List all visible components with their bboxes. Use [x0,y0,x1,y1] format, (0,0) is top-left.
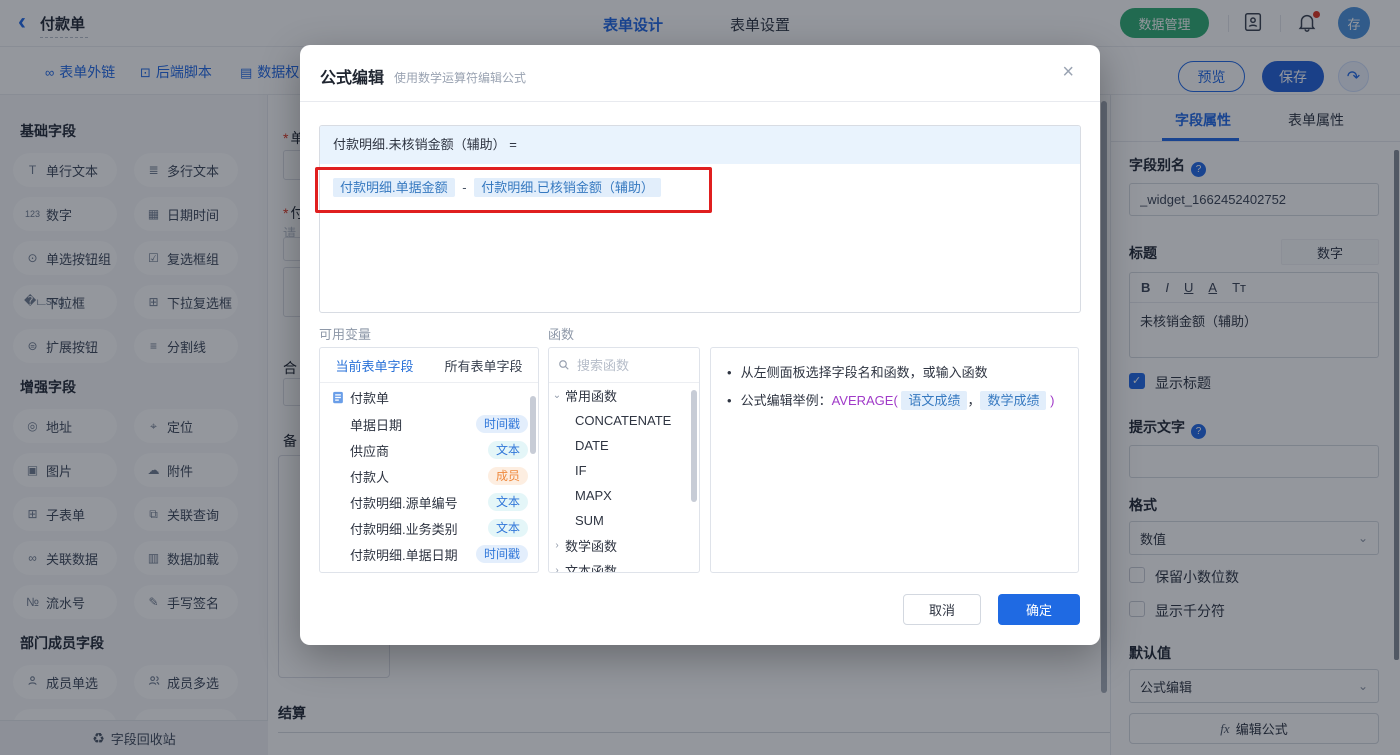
function-item[interactable]: SUM [549,508,699,533]
cancel-button[interactable]: 取消 [903,594,981,625]
function-item[interactable]: IF [549,458,699,483]
example-field-chip: 数学成绩 [980,391,1047,410]
variables-panel: 当前表单字段 所有表单字段 付款单 单据日期 时间戳 供应商 文本 付款人 成员 付款… [319,347,539,573]
function-group-common[interactable]: ⌄ 常用函数 [549,383,699,408]
function-item[interactable]: CONCATENATE [549,408,699,433]
type-badge: 文本 [487,519,528,537]
chevron-down-icon: ⌄ [552,390,562,401]
close-icon[interactable]: × [1062,61,1074,84]
formula-operator: - [462,180,467,195]
variables-root-node[interactable]: 付款单 [320,383,538,411]
formula-expression[interactable]: 付款明细.单据金额 - 付款明细.已核销金额（辅助） [320,164,1080,209]
function-search-input[interactable] [577,357,677,373]
formula-target: 付款明细.未核销金额（辅助） = [320,126,1080,164]
chevron-right-icon: › [555,540,559,551]
modal-title: 公式编辑 [320,70,385,87]
formula-editor[interactable]: 付款明细.未核销金额（辅助） = 付款明细.单据金额 - 付款明细.已核销金额（… [319,125,1081,313]
functions-label: 函数 [548,327,575,342]
function-group-math[interactable]: › 数学函数 [549,533,699,558]
variable-item[interactable]: 单据日期 时间戳 [320,411,538,437]
formula-edit-modal: 公式编辑 使用数学运算符编辑公式 × 付款明细.未核销金额（辅助） = 付款明细… [300,45,1100,645]
variable-item[interactable]: 付款人 成员 [320,463,538,489]
type-badge: 时间戳 [475,415,528,433]
variable-item[interactable]: 付款明细.单据日期 时间戳 [320,541,538,567]
type-badge: 时间戳 [475,545,528,563]
tip-line: 从左侧面板选择字段名和函数，或输入函数 [727,359,1062,387]
tip-example: 公式编辑举例：AVERAGE( 语文成绩，数学成绩 ) [727,387,1062,415]
type-badge: 文本 [487,441,528,459]
function-name: AVERAGE( [831,393,898,408]
tips-panel: 从左侧面板选择字段名和函数，或输入函数 公式编辑举例：AVERAGE( 语文成绩… [710,347,1079,573]
example-field-chip: 语文成绩 [901,391,968,410]
chevron-right-icon: › [555,565,559,573]
function-item[interactable]: MAPX [549,483,699,508]
type-badge: 文本 [487,493,528,511]
variable-item[interactable]: 付款明细.源单编号 文本 [320,489,538,515]
variable-item[interactable]: 供应商 文本 [320,437,538,463]
functions-panel: ⌄常用函数 CONCATENATE DATE IF MAPX SUM ›数学函数… [548,347,700,573]
functions-scrollbar[interactable] [691,390,697,502]
variables-scrollbar[interactable] [530,396,536,454]
confirm-button[interactable]: 确定 [998,594,1080,625]
function-close: ) [1050,393,1055,408]
form-doc-icon [333,391,343,403]
variable-item[interactable]: 付款明细.业务类别 文本 [320,515,538,541]
divider [300,101,1100,102]
tab-all-form-fields[interactable]: 所有表单字段 [429,356,538,375]
formula-field-token[interactable]: 付款明细.单据金额 [333,178,455,197]
function-group-text[interactable]: › 文本函数 [549,558,699,573]
formula-field-token[interactable]: 付款明细.已核销金额（辅助） [474,178,661,197]
type-badge: 成员 [487,467,528,485]
variables-label: 可用变量 [319,327,372,342]
function-item[interactable]: DATE [549,433,699,458]
search-icon [559,360,569,370]
modal-subtitle: 使用数学运算符编辑公式 [394,71,527,85]
variables-tabs: 当前表单字段 所有表单字段 [320,348,538,383]
function-search[interactable] [549,348,699,383]
tab-current-form-fields[interactable]: 当前表单字段 [320,356,429,375]
